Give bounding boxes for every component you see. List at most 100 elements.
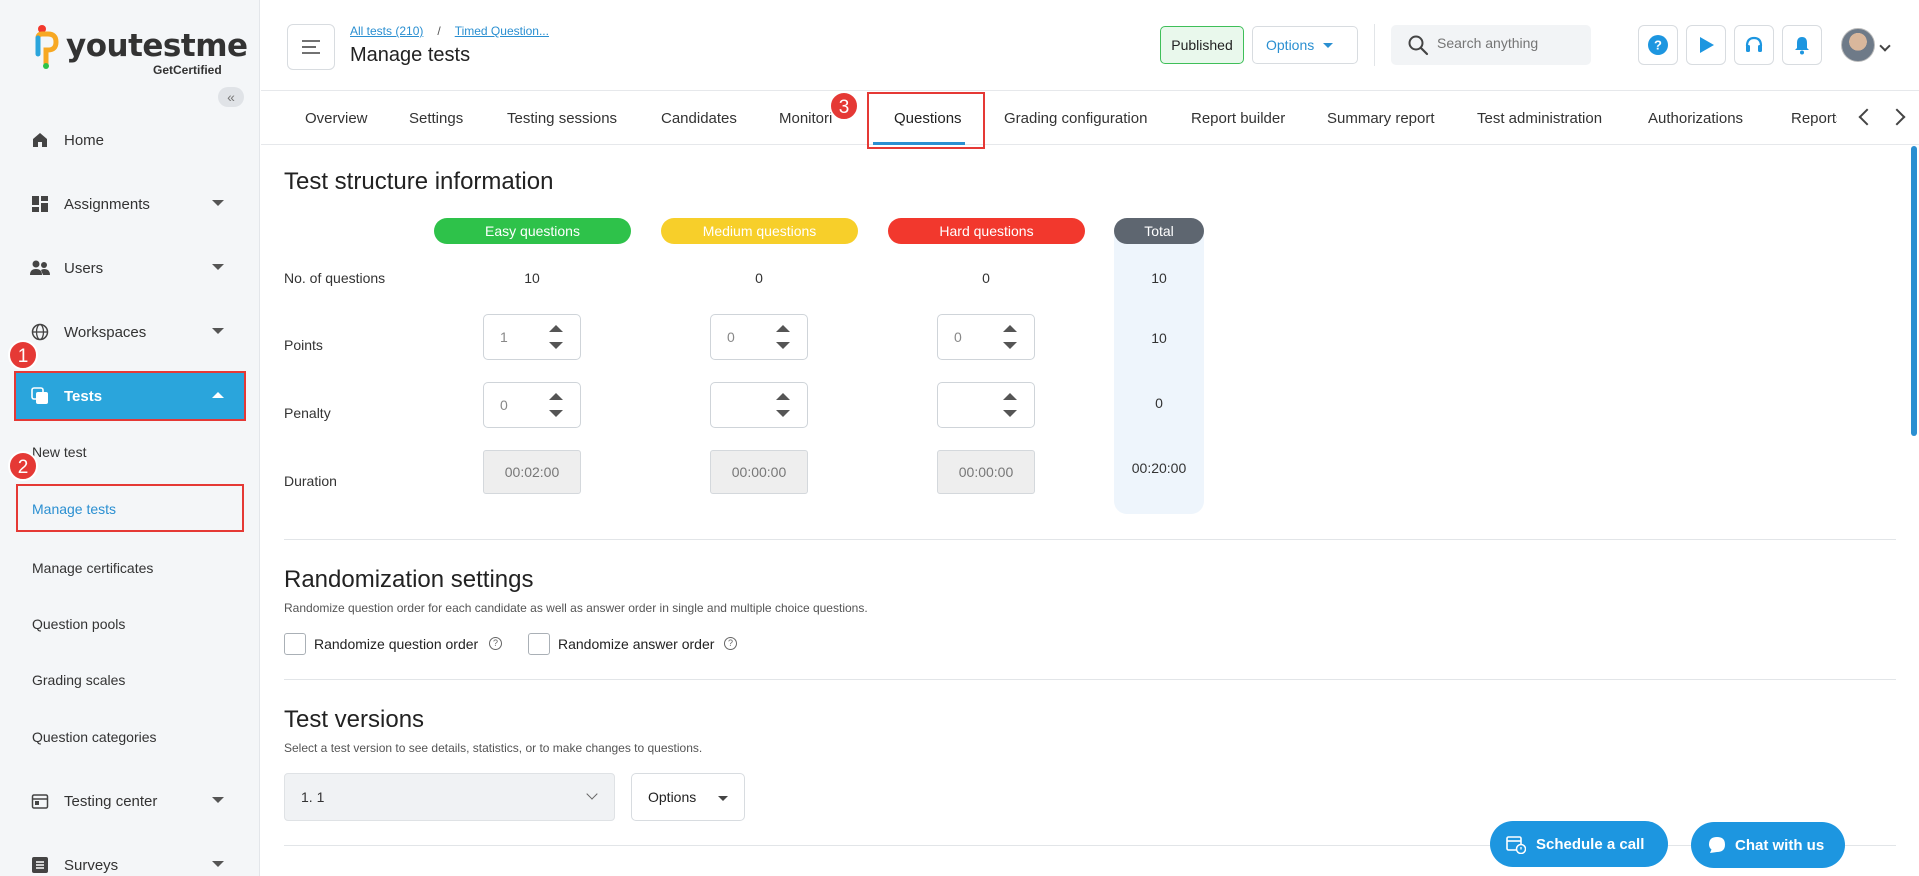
step-badge-2: 2 [8, 451, 38, 481]
tab-summary-report[interactable]: Summary report [1327, 92, 1435, 145]
sidebar-subitem-grading-scales[interactable]: Grading scales [32, 672, 125, 688]
test-tabs: Overview Settings Testing sessions Candi… [261, 91, 1919, 149]
sidebar-item-assignments[interactable]: Assignments [16, 181, 244, 227]
step-badge-1: 1 [8, 340, 38, 370]
total-points: 10 [1151, 330, 1167, 346]
tab-testing-sessions[interactable]: Testing sessions [507, 92, 617, 145]
tab-report-builder[interactable]: Report builder [1191, 92, 1285, 145]
home-icon [30, 130, 50, 150]
stepper-up-icon[interactable] [1003, 393, 1017, 400]
caret-down-icon [1323, 43, 1333, 48]
row-label-points: Points [284, 337, 323, 353]
play-icon [1700, 37, 1714, 53]
stepper-up-icon[interactable] [549, 393, 563, 400]
tab-candidates[interactable]: Candidates [661, 92, 737, 145]
medium-penalty-stepper[interactable] [710, 382, 808, 428]
options-label: Options [648, 789, 697, 805]
breadcrumb-all-tests[interactable]: All tests (210) [350, 24, 423, 38]
sidebar-item-label: Testing center [64, 792, 158, 810]
hamburger-icon [302, 40, 320, 54]
easy-points-stepper[interactable]: 1 [483, 314, 581, 360]
schedule-call-button[interactable]: Schedule a call [1490, 821, 1668, 867]
manage-tests-highlight [16, 484, 244, 532]
hamburger-menu-button[interactable] [287, 24, 335, 70]
svg-text:?: ? [1654, 38, 1662, 53]
stepper-down-icon[interactable] [1003, 410, 1017, 417]
tests-icon [30, 386, 50, 406]
tab-settings[interactable]: Settings [409, 92, 463, 145]
sidebar-item-label: Users [64, 259, 104, 277]
tabs-scroll-right-icon[interactable] [1888, 108, 1906, 126]
published-status-badge[interactable]: Published [1160, 26, 1244, 64]
stepper-down-icon[interactable] [776, 342, 790, 349]
stepper-up-icon[interactable] [1003, 325, 1017, 332]
test-version-select[interactable]: 1. 1 [284, 773, 615, 821]
total-penalty: 0 [1155, 395, 1163, 411]
tab-test-administration[interactable]: Test administration [1477, 92, 1602, 145]
sidebar-item-testing-center[interactable]: Testing center [16, 778, 244, 824]
calendar-icon [30, 791, 50, 811]
easy-duration: 00:02:00 [483, 450, 581, 494]
help-button[interactable]: ? [1638, 25, 1678, 65]
chat-with-us-button[interactable]: Chat with us [1691, 822, 1845, 868]
version-options-button[interactable]: Options [631, 773, 745, 821]
sidebar-item-label: Workspaces [64, 323, 147, 341]
breadcrumb: All tests (210) / Timed Question... [350, 24, 549, 38]
chat-with-us-label: Chat with us [1735, 836, 1825, 854]
list-icon [30, 855, 50, 875]
stepper-down-icon[interactable] [549, 410, 563, 417]
user-avatar[interactable] [1841, 28, 1875, 62]
stepper-up-icon[interactable] [776, 393, 790, 400]
sidebar-item-surveys[interactable]: Surveys [16, 842, 244, 876]
support-button[interactable] [1734, 25, 1774, 65]
tab-overview[interactable]: Overview [305, 92, 368, 145]
sidebar-subitem-question-pools[interactable]: Question pools [32, 616, 125, 632]
tabs-scroll-left-icon[interactable] [1858, 108, 1876, 126]
search-input[interactable] [1437, 35, 1587, 51]
help-circle-icon[interactable]: ? [489, 637, 502, 650]
hard-penalty-stepper[interactable] [937, 382, 1035, 428]
tab-grading-configuration[interactable]: Grading configuration [1004, 92, 1147, 145]
sidebar-item-tests[interactable]: Tests [14, 371, 246, 421]
stepper-down-icon[interactable] [1003, 342, 1017, 349]
chevron-down-icon[interactable] [1879, 40, 1891, 52]
brand-logo[interactable]: youtestme GetCertified [34, 24, 248, 77]
stepper-down-icon[interactable] [549, 342, 563, 349]
total-pill: Total [1114, 218, 1204, 244]
play-button[interactable] [1686, 25, 1726, 65]
medium-points-stepper[interactable]: 0 [710, 314, 808, 360]
stepper-up-icon[interactable] [776, 325, 790, 332]
breadcrumb-current-test[interactable]: Timed Question... [455, 24, 549, 38]
easy-penalty-stepper[interactable]: 0 [483, 382, 581, 428]
sidebar-item-workspaces[interactable]: Workspaces [16, 309, 244, 355]
tab-reports[interactable]: Reports [1791, 92, 1837, 145]
chevron-up-icon [212, 392, 224, 398]
stepper-down-icon[interactable] [776, 410, 790, 417]
versions-title: Test versions [284, 706, 425, 733]
sidebar-item-label: Surveys [64, 856, 119, 874]
global-search[interactable] [1391, 25, 1591, 65]
content-scrollbar[interactable] [1911, 146, 1917, 436]
dashboard-icon [30, 194, 50, 214]
sidebar-subitem-manage-certificates[interactable]: Manage certificates [32, 560, 153, 576]
tab-authorizations[interactable]: Authorizations [1648, 92, 1743, 145]
versions-description: Select a test version to see details, st… [284, 741, 703, 755]
sidebar: youtestme GetCertified « Home Assignment… [0, 0, 260, 876]
page-title: Manage tests [350, 44, 471, 66]
help-circle-icon[interactable]: ? [724, 637, 737, 650]
stepper-up-icon[interactable] [549, 325, 563, 332]
sidebar-item-home[interactable]: Home [16, 117, 244, 163]
medium-question-count: 0 [755, 270, 763, 286]
randomize-question-order-checkbox[interactable] [284, 633, 306, 655]
sidebar-item-users[interactable]: Users [16, 245, 244, 291]
sidebar-subitem-question-categories[interactable]: Question categories [32, 729, 157, 745]
notifications-button[interactable] [1782, 25, 1822, 65]
sidebar-subitem-new-test[interactable]: New test [32, 444, 86, 460]
collapse-sidebar-button[interactable]: « [218, 87, 244, 107]
chevron-down-icon [212, 797, 224, 803]
stepper-value: 0 [500, 397, 508, 413]
selected-version: 1. 1 [301, 789, 325, 805]
randomize-answer-order-checkbox[interactable] [528, 633, 550, 655]
hard-points-stepper[interactable]: 0 [937, 314, 1035, 360]
header-options-button[interactable]: Options [1252, 26, 1358, 64]
